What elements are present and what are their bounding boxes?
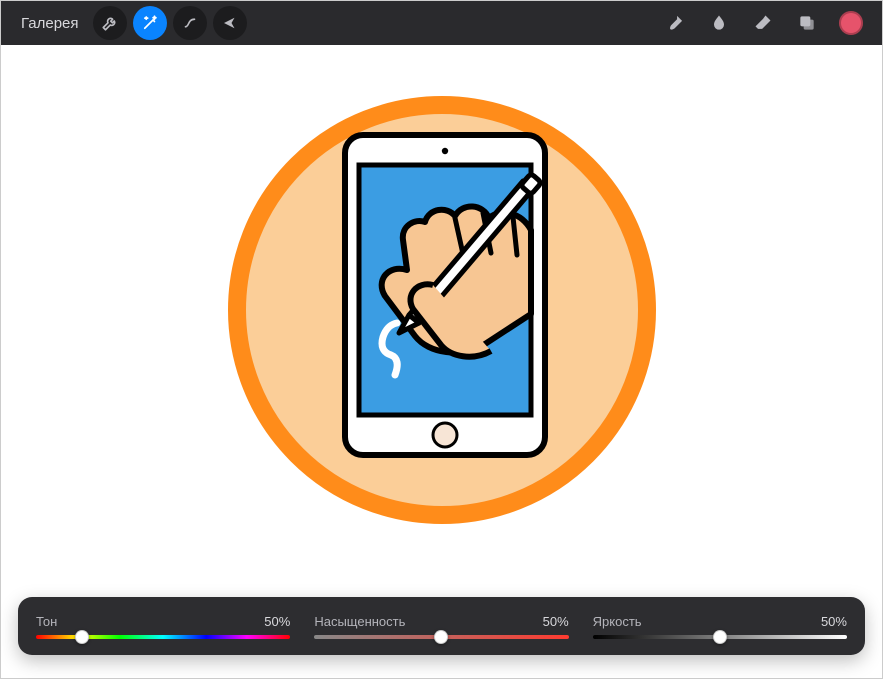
hue-slider-group: Тон 50% bbox=[36, 614, 290, 639]
color-swatch-icon bbox=[839, 11, 863, 35]
color-button[interactable] bbox=[832, 4, 870, 42]
toolbar-right-group bbox=[656, 4, 870, 42]
top-toolbar: Галерея bbox=[1, 1, 882, 45]
brightness-slider-group: Яркость 50% bbox=[593, 614, 847, 639]
brush-button[interactable] bbox=[656, 4, 694, 42]
layers-icon bbox=[797, 13, 817, 33]
eraser-button[interactable] bbox=[744, 4, 782, 42]
adjustments-panel: Тон 50% Насыщенность 50% Яркость 50% bbox=[18, 597, 865, 655]
wrench-icon bbox=[101, 14, 119, 32]
gallery-button[interactable]: Галерея bbox=[13, 11, 87, 36]
arrow-icon bbox=[221, 14, 239, 32]
hue-value: 50% bbox=[264, 614, 290, 629]
hue-label: Тон bbox=[36, 614, 57, 629]
canvas-artwork bbox=[227, 95, 657, 525]
actions-button[interactable] bbox=[93, 6, 127, 40]
adjustments-button[interactable] bbox=[133, 6, 167, 40]
brightness-value: 50% bbox=[821, 614, 847, 629]
saturation-value: 50% bbox=[543, 614, 569, 629]
brightness-slider[interactable] bbox=[593, 635, 847, 639]
brush-icon bbox=[665, 13, 685, 33]
layers-button[interactable] bbox=[788, 4, 826, 42]
adjustments-bar: Тон 50% Насыщенность 50% Яркость 50% bbox=[18, 597, 865, 655]
eraser-icon bbox=[753, 13, 773, 33]
smudge-button[interactable] bbox=[700, 4, 738, 42]
saturation-label: Насыщенность bbox=[314, 614, 405, 629]
saturation-slider[interactable] bbox=[314, 635, 568, 639]
brightness-label: Яркость bbox=[593, 614, 642, 629]
toolbar-left-group: Галерея bbox=[13, 6, 247, 40]
hue-slider[interactable] bbox=[36, 635, 290, 639]
brightness-slider-handle[interactable] bbox=[713, 630, 727, 644]
canvas[interactable] bbox=[1, 45, 882, 575]
transform-button[interactable] bbox=[213, 6, 247, 40]
hue-slider-handle[interactable] bbox=[75, 630, 89, 644]
s-curve-icon bbox=[181, 14, 199, 32]
saturation-slider-handle[interactable] bbox=[434, 630, 448, 644]
smudge-icon bbox=[709, 13, 729, 33]
saturation-slider-group: Насыщенность 50% bbox=[314, 614, 568, 639]
selection-button[interactable] bbox=[173, 6, 207, 40]
wand-icon bbox=[141, 14, 159, 32]
